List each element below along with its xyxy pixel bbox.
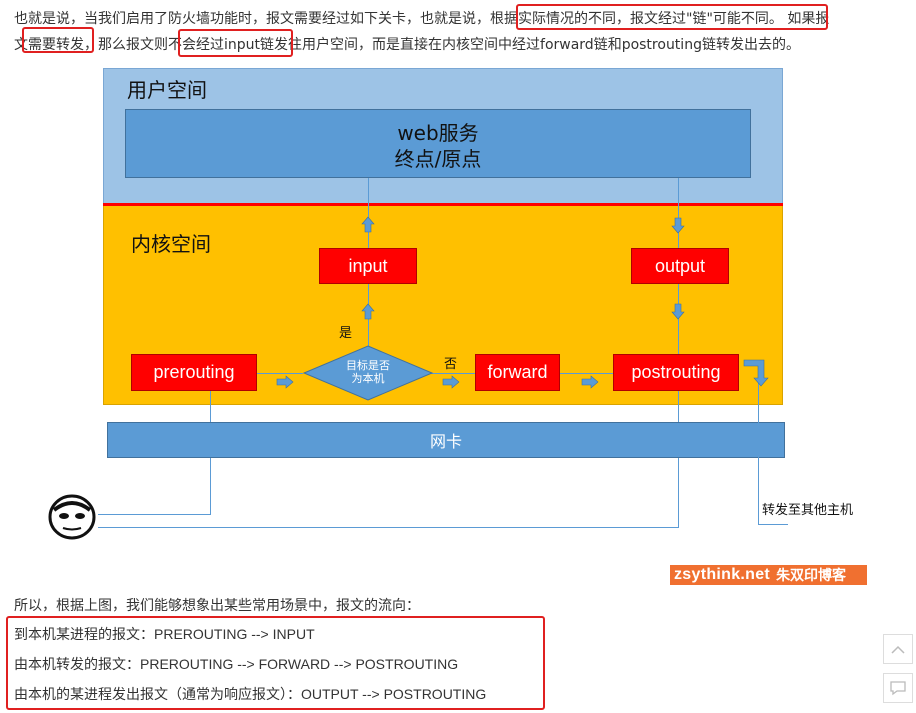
chain-output-label: output [654,255,706,276]
line-output-to-postrouting [678,284,679,354]
scroll-to-top-button[interactable] [883,634,913,664]
watermark-name: 朱双印博客 [776,568,847,584]
web-service-title: web服务 [397,121,479,145]
flow-from-local-process: 由本机的某进程发出报文（通常为响应报文）：OUTPUT --> POSTROUT… [14,686,487,702]
chevron-up-icon [891,645,905,654]
kernel-space-label: 内核空间 [131,232,211,256]
chain-prerouting-label: prerouting [153,362,235,382]
line-web-to-input [368,178,369,248]
highlight-box-need-forward [22,27,94,53]
watermark-site: zsythink.net [674,566,771,583]
decision-label-line2: 为本机 [351,372,385,385]
line-nic-down-right [678,458,679,527]
highlight-box-chain-differs [516,4,828,30]
user-kernel-divider [103,203,783,206]
decision-label: 目标是否 为本机 [303,359,433,385]
nic-label: 网卡 [429,432,462,451]
nic-box: 网卡 [107,422,785,458]
line-forward-to-postrouting [560,373,613,374]
forward-to-other-host-label: 转发至其他主机 [762,503,854,518]
flow-forwarded: 由本机转发的报文：PREROUTING --> FORWARD --> POST… [14,656,459,672]
line-input-to-decision [368,284,369,346]
watermark: zsythink.net 朱双印博客 [670,565,867,585]
user-space-label: 用户空间 [127,78,207,102]
line-prerouting-to-decision [257,373,303,374]
line-forward-out-vertical [758,380,759,525]
yes-label: 是 [339,326,353,341]
chain-forward: forward [475,354,560,391]
person-face-icon [48,494,96,540]
line-forward-out-horizontal [758,524,788,525]
intro-text-2c: ，那么报文则 [84,37,168,53]
line-postrouting-to-nic [678,391,679,422]
comment-icon [890,681,906,696]
intro-line-2: 文需要转发，那么报文则不会经过input链发往用户空间，而是直接在内核空间中经过… [14,34,800,54]
chain-forward-label: forward [487,362,548,382]
line-decision-to-forward [431,373,475,374]
line-web-to-output [678,178,679,248]
chain-input-label: input [348,255,388,276]
intro-text-1a: 也就是说，当我们启用了防火墙功能时，报文需要经过如下关卡，也就是说， [14,11,490,27]
highlight-box-no-input [178,29,293,57]
web-service-box: web服务 终点/原点 [125,109,751,178]
chain-output: output [631,248,729,284]
chain-prerouting: prerouting [131,354,257,391]
comment-button[interactable] [883,673,913,703]
line-left-to-person [98,514,211,515]
intro-text-2e: 发往用户空间，而是直接在内核空间中经过forward链和postrouting链… [274,37,800,53]
flow-to-local-process: 到本机某进程的报文：PREROUTING --> INPUT [14,626,315,642]
decision-label-line1: 目标是否 [346,359,390,372]
chain-input: input [319,248,417,284]
summary-intro: 所以，根据上图，我们能够想象出某些常用场景中，报文的流向： [14,598,420,614]
no-label: 否 [444,357,458,372]
web-service-subtitle: 终点/原点 [394,147,482,171]
chain-postrouting: postrouting [613,354,739,391]
chain-postrouting-label: postrouting [631,362,721,382]
line-nic-to-prerouting [210,391,211,422]
line-nic-down-left [210,458,211,515]
line-right-to-person [98,527,679,528]
